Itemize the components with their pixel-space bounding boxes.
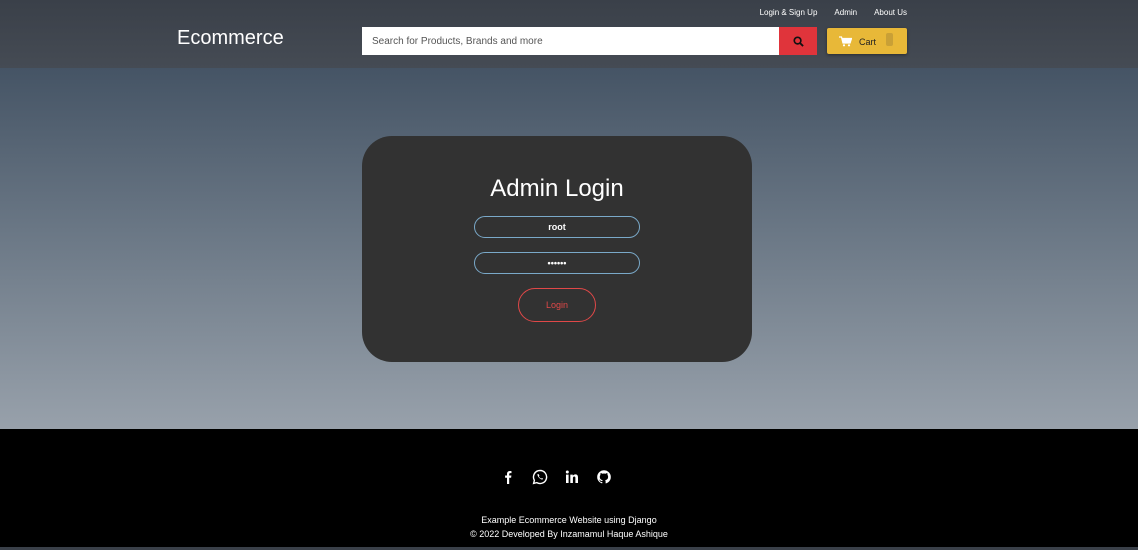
facebook-link[interactable] bbox=[500, 469, 516, 485]
search-icon bbox=[792, 35, 804, 47]
cart-icon bbox=[839, 36, 852, 47]
whatsapp-link[interactable] bbox=[532, 469, 548, 485]
social-links bbox=[500, 469, 612, 485]
github-link[interactable] bbox=[596, 469, 612, 485]
login-title: Admin Login bbox=[490, 175, 624, 202]
username-field[interactable] bbox=[474, 216, 640, 238]
footer-tagline: Example Ecommerce Website using Django bbox=[481, 515, 657, 525]
password-field[interactable] bbox=[474, 252, 640, 274]
admin-link[interactable]: Admin bbox=[834, 8, 857, 17]
admin-login-card: Admin Login Login bbox=[362, 136, 752, 362]
search-input[interactable] bbox=[362, 27, 779, 55]
facebook-icon bbox=[505, 471, 512, 484]
brand-logo[interactable]: Ecommerce bbox=[177, 27, 284, 50]
linkedin-icon bbox=[565, 470, 578, 483]
login-button[interactable]: Login bbox=[518, 288, 596, 322]
linkedin-link[interactable] bbox=[564, 469, 580, 485]
about-us-link[interactable]: About Us bbox=[874, 8, 907, 17]
cart-label: Cart bbox=[859, 37, 877, 47]
whatsapp-icon bbox=[532, 469, 548, 485]
login-signup-link[interactable]: Login & Sign Up bbox=[760, 8, 818, 17]
site-header: Ecommerce Login & Sign Up Admin About Us… bbox=[0, 0, 1138, 68]
github-icon bbox=[597, 470, 611, 484]
cart-count-badge bbox=[886, 33, 893, 46]
footer-copyright: © 2022 Developed By Inzamamul Haque Ashi… bbox=[470, 529, 668, 539]
cart-button[interactable]: Cart bbox=[827, 28, 907, 54]
top-nav: Login & Sign Up Admin About Us bbox=[760, 8, 907, 17]
search-button[interactable] bbox=[779, 27, 817, 55]
main-content: Admin Login Login bbox=[0, 68, 1138, 429]
site-footer: Example Ecommerce Website using Django ©… bbox=[0, 429, 1138, 550]
